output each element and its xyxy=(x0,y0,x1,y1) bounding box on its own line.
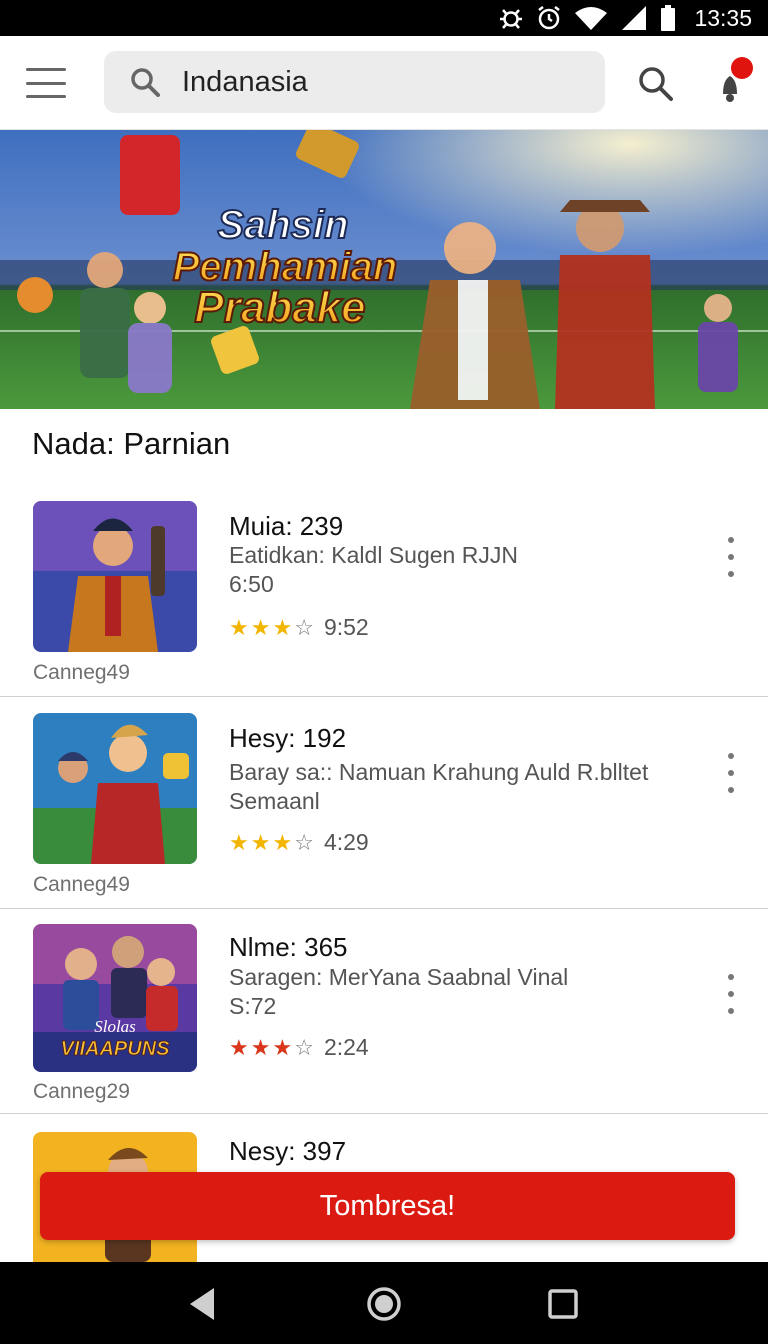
item-caption: Canneg29 xyxy=(33,1080,130,1103)
star-filled-icon: ★ xyxy=(272,614,293,640)
star-filled-icon: ★ xyxy=(272,1034,293,1060)
item-rating: ★ ★ ★ ☆ 4:29 xyxy=(229,829,369,855)
star-filled-icon: ★ xyxy=(250,829,271,855)
star-filled-icon: ★ xyxy=(250,1034,271,1060)
divider xyxy=(0,696,768,697)
star-filled-icon: ★ xyxy=(229,1034,249,1060)
star-filled-icon: ★ xyxy=(272,829,293,855)
list-item[interactable]: Canneg49 Muia: 239 Eatidkan: Kaldl Sugen… xyxy=(0,501,768,697)
item-description: Baray sa:: Namuan Krahung Auld R.blltet S… xyxy=(229,759,649,814)
item-caption: Canneg49 xyxy=(33,873,130,896)
search-icon xyxy=(131,68,160,97)
star-filled-icon: ★ xyxy=(250,614,271,640)
promo-banner[interactable]: Sahsin Pemhamian Prabake xyxy=(0,130,768,409)
item-rating: ★ ★ ★ ☆ 2:24 xyxy=(229,1034,369,1060)
more-options-icon[interactable] xyxy=(722,974,740,1014)
star-empty-icon: ☆ xyxy=(294,829,314,855)
item-rating: ★ ★ ★ ☆ 9:52 xyxy=(229,614,369,640)
search-button[interactable] xyxy=(636,64,676,104)
item-thumbnail xyxy=(33,713,197,864)
item-title: Nesy: 397 xyxy=(229,1136,347,1166)
system-nav-bar xyxy=(0,1262,768,1344)
bug-icon xyxy=(500,9,523,29)
search-input[interactable] xyxy=(182,65,582,99)
banner-line-1: Sahsin xyxy=(217,203,348,247)
divider xyxy=(0,908,768,909)
item-title: Nlme: 365 xyxy=(229,932,348,962)
home-icon[interactable] xyxy=(362,1282,406,1326)
app-bar xyxy=(0,36,768,130)
divider xyxy=(0,1113,768,1114)
item-caption: Canneg49 xyxy=(33,661,130,684)
more-options-icon[interactable] xyxy=(722,753,740,793)
status-bar: 13:35 xyxy=(0,0,768,36)
star-filled-icon: ★ xyxy=(229,614,249,640)
status-time: 13:35 xyxy=(694,4,752,31)
item-thumbnail xyxy=(33,501,197,652)
thumb-text-2: VIIAAPUNS xyxy=(61,1038,171,1060)
recents-icon[interactable] xyxy=(541,1282,585,1326)
banner-line-3: Prabake xyxy=(194,283,365,332)
notification-icon[interactable] xyxy=(712,56,758,106)
list-item[interactable]: Slolas VIIAAPUNS Canneg29 Nlme: 365 Sara… xyxy=(0,924,768,1114)
section-title: Nada: Parnian xyxy=(32,426,231,461)
item-title: Muia: 239 xyxy=(229,511,344,541)
star-empty-icon: ☆ xyxy=(294,614,314,640)
item-description: Eatidkan: Kaldl Sugen RJJN 6:50 xyxy=(229,542,518,597)
star-filled-icon: ★ xyxy=(229,829,249,855)
cta-button[interactable]: Tombresa! xyxy=(40,1172,735,1240)
search-box[interactable] xyxy=(104,51,605,113)
item-title: Hesy: 192 xyxy=(229,723,347,753)
alarm-icon xyxy=(538,6,561,30)
star-empty-icon: ☆ xyxy=(294,1034,314,1060)
menu-icon[interactable] xyxy=(26,68,66,98)
signal-icon xyxy=(622,6,647,30)
back-icon[interactable] xyxy=(182,1282,226,1326)
wifi-icon xyxy=(575,7,608,30)
list-item[interactable]: Canneg49 Hesy: 192 Baray sa:: Namuan Kra… xyxy=(0,713,768,908)
more-options-icon[interactable] xyxy=(722,537,740,577)
battery-icon xyxy=(661,5,676,31)
item-description: Saragen: MerYana Saabnal Vinal S:72 xyxy=(229,964,569,1019)
item-thumbnail: Slolas VIIAAPUNS xyxy=(33,924,197,1072)
thumb-text-1: Slolas xyxy=(94,1017,136,1036)
